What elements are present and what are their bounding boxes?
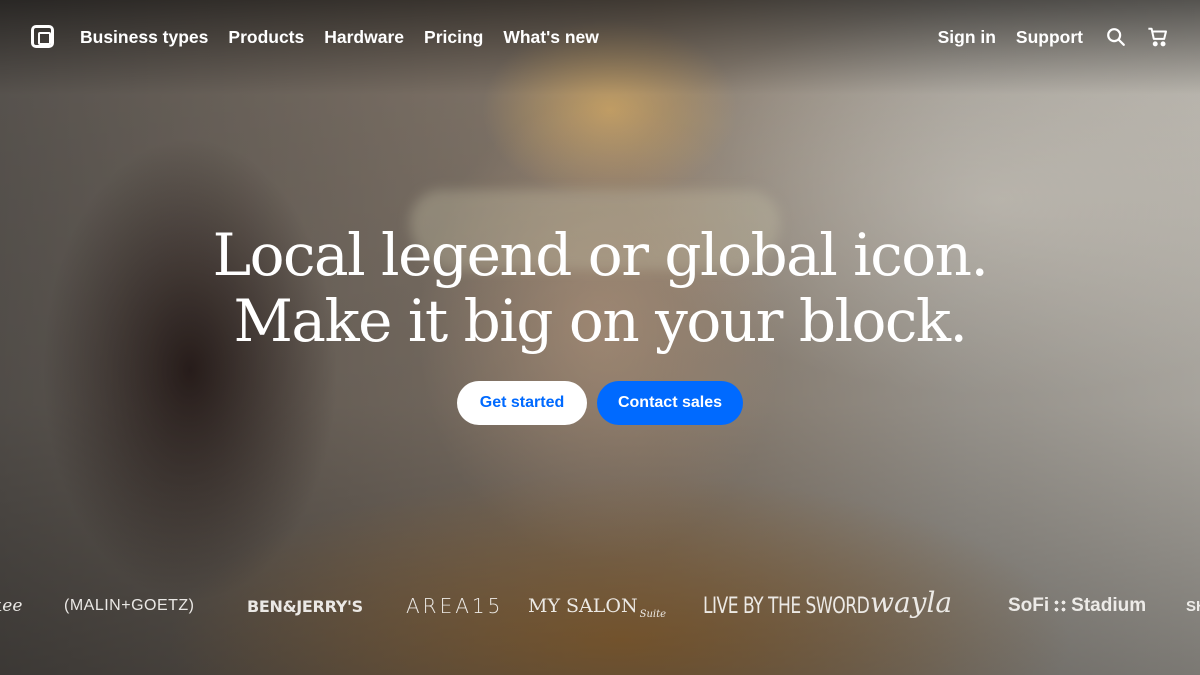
top-navigation: Business types Products Hardware Pricing… (0, 0, 1200, 75)
brand-logo-partial: SH (1186, 597, 1200, 615)
brand-logo-area15: AREA15 (406, 594, 504, 618)
search-icon[interactable] (1105, 26, 1127, 48)
nav-support[interactable]: Support (1016, 26, 1083, 48)
nav-sign-in[interactable]: Sign in (938, 26, 996, 48)
brand-logo-my-salon-text: MY SALON (528, 595, 638, 617)
contact-sales-button[interactable]: Contact sales (597, 381, 743, 425)
brand-logo-my-salon-suite: Suite (639, 608, 667, 620)
nav-hardware[interactable]: Hardware (324, 26, 404, 48)
square-logo-icon[interactable] (31, 25, 54, 48)
brand-logo-sofi-text: SoFi (1008, 595, 1050, 616)
brand-logo-wayla: wayla (870, 585, 953, 619)
brand-logo-my-salon: MY SALON Suite (528, 588, 666, 624)
brand-logo-nike: kee (0, 596, 23, 616)
nav-whats-new[interactable]: What's new (503, 26, 599, 48)
brand-logo-stadium-text: Stadium (1071, 595, 1147, 616)
primary-nav: Business types Products Hardware Pricing… (80, 26, 619, 48)
hero-cta-group: Get started Contact sales (0, 381, 1200, 425)
brand-logo-malin-goetz: (MALIN+GOETZ) (64, 597, 195, 614)
hero-headline: Local legend or global icon. Make it big… (0, 222, 1200, 354)
brand-logo-ben-jerrys: BEN&JERRY'S (247, 596, 363, 616)
brand-logo-live-by-the-sword: LIVE BY THE SWORD (703, 593, 870, 619)
nav-business-types[interactable]: Business types (80, 26, 208, 48)
headline-line-1: Local legend or global icon. (212, 221, 989, 289)
nav-pricing[interactable]: Pricing (424, 26, 483, 48)
get-started-button[interactable]: Get started (457, 381, 587, 425)
cart-icon[interactable] (1147, 26, 1169, 48)
brand-logo-sofi-stadium: SoFi Stadium (1008, 588, 1146, 624)
sofi-mark-icon (1053, 599, 1068, 613)
secondary-nav: Sign in Support (918, 26, 1083, 48)
headline-line-2: Make it big on your block. (233, 287, 968, 355)
customer-logo-strip: kee (MALIN+GOETZ) BEN&JERRY'S AREA15 MY … (0, 586, 1200, 628)
nav-products[interactable]: Products (228, 26, 304, 48)
